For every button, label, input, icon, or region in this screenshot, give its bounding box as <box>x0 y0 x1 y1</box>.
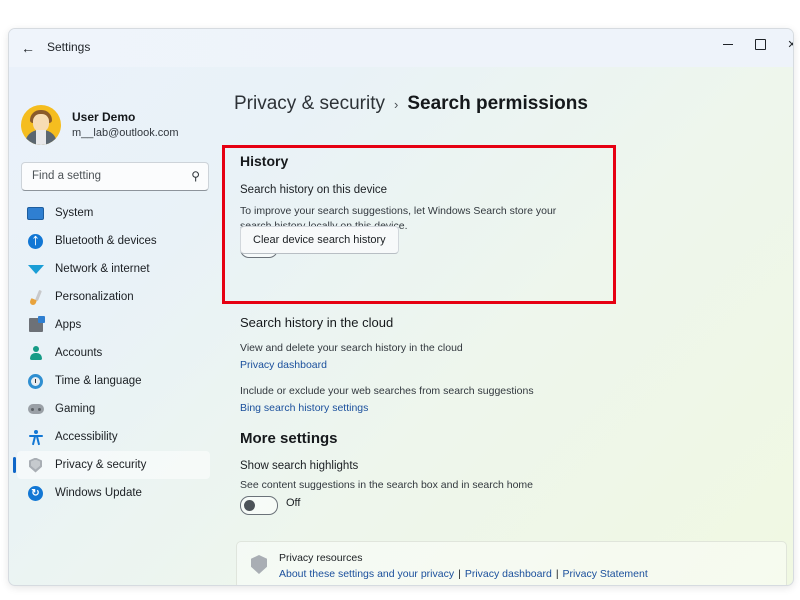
privacy-resources-card: Privacy resources About these settings a… <box>236 541 787 585</box>
gamepad-icon <box>27 401 44 418</box>
sidebar-item-system[interactable]: System <box>17 199 210 227</box>
history-heading: History <box>240 153 289 169</box>
bluetooth-icon: ᛏ <box>27 233 44 250</box>
shield-icon <box>251 555 267 574</box>
sidebar-nav: System ᛏ Bluetooth & devices Network & i… <box>9 199 218 507</box>
search-highlights-toggle[interactable] <box>240 496 278 515</box>
selection-indicator <box>13 457 16 473</box>
sidebar-item-personalization[interactable]: Personalization <box>17 283 210 311</box>
sidebar-item-label: Gaming <box>55 403 96 415</box>
cloud-history-description-2: Include or exclude your web searches fro… <box>240 385 534 397</box>
sidebar: User Demo m__lab@outlook.com Find a sett… <box>9 67 218 585</box>
sidebar-item-label: Time & language <box>55 375 142 387</box>
sidebar-item-network-internet[interactable]: Network & internet <box>17 255 210 283</box>
sidebar-item-label: System <box>55 207 94 219</box>
sidebar-item-label: Accounts <box>55 347 103 359</box>
privacy-dashboard-link[interactable]: Privacy dashboard <box>240 359 327 371</box>
breadcrumb-parent[interactable]: Privacy & security <box>234 93 385 115</box>
sidebar-item-label: Privacy & security <box>55 459 147 471</box>
toggle-knob <box>244 500 255 511</box>
bing-search-history-settings-link[interactable]: Bing search history settings <box>240 402 368 414</box>
sidebar-item-label: Accessibility <box>55 431 118 443</box>
content-pane: Privacy & security › Search permissions … <box>218 67 793 585</box>
search-placeholder: Find a setting <box>32 170 102 182</box>
cloud-history-heading: Search history in the cloud <box>240 315 394 330</box>
shield-icon <box>27 457 44 474</box>
sidebar-item-label: Network & internet <box>55 263 150 275</box>
cloud-history-description-1: View and delete your search history in t… <box>240 342 463 354</box>
minimize-icon <box>723 43 733 45</box>
sidebar-item-label: Windows Update <box>55 487 142 499</box>
clear-device-search-history-button[interactable]: Clear device search history <box>240 226 399 254</box>
monitor-icon <box>27 205 44 222</box>
privacy-resources-title: Privacy resources <box>279 552 363 564</box>
breadcrumb: Privacy & security › Search permissions <box>234 93 588 115</box>
sidebar-item-windows-update[interactable]: ↻ Windows Update <box>17 479 210 507</box>
clock-icon <box>27 373 44 390</box>
apps-grid-icon <box>27 316 45 334</box>
sidebar-item-label: Personalization <box>55 291 134 303</box>
maximize-icon <box>754 38 766 50</box>
privacy-statement-link[interactable]: Privacy Statement <box>563 568 648 580</box>
wifi-icon <box>27 261 44 278</box>
search-highlights-toggle-state: Off <box>286 497 301 509</box>
accessibility-icon <box>27 429 44 446</box>
sidebar-item-label: Apps <box>55 319 82 331</box>
sidebar-item-gaming[interactable]: Gaming <box>17 395 210 423</box>
privacy-dashboard-link[interactable]: Privacy dashboard <box>465 568 552 580</box>
sidebar-item-label: Bluetooth & devices <box>55 235 157 247</box>
sidebar-item-apps[interactable]: Apps <box>17 311 210 339</box>
close-button[interactable]: ✕ <box>775 29 793 59</box>
sidebar-item-privacy-security[interactable]: Privacy & security <box>13 451 210 479</box>
sidebar-item-accounts[interactable]: Accounts <box>17 339 210 367</box>
settings-window: ← Settings ✕ User Demo m__lab@outlook.co… <box>8 28 794 586</box>
search-icon: ⚲ <box>191 169 200 183</box>
maximize-button[interactable] <box>743 29 777 59</box>
page-title: Search permissions <box>407 93 588 114</box>
sidebar-item-accessibility[interactable]: Accessibility <box>17 423 210 451</box>
update-icon: ↻ <box>27 485 44 502</box>
account-email: m__lab@outlook.com <box>72 126 179 139</box>
account-block[interactable]: User Demo m__lab@outlook.com <box>21 105 179 145</box>
sidebar-item-time-language[interactable]: Time & language <box>17 367 210 395</box>
title-bar: ← Settings ✕ <box>9 29 793 67</box>
search-input[interactable]: Find a setting ⚲ <box>21 162 209 191</box>
link-separator: | <box>555 568 559 580</box>
back-arrow-icon[interactable]: ← <box>15 36 41 60</box>
search-history-device-label: Search history on this device <box>240 184 388 196</box>
search-highlights-description: See content suggestions in the search bo… <box>240 479 534 491</box>
sidebar-item-bluetooth-devices[interactable]: ᛏ Bluetooth & devices <box>17 227 210 255</box>
account-name: User Demo <box>72 109 136 124</box>
privacy-resources-links: About these settings and your privacy | Pr… <box>279 568 648 580</box>
avatar <box>21 105 61 145</box>
paintbrush-icon <box>27 289 44 306</box>
person-icon <box>27 345 44 362</box>
more-settings-heading: More settings <box>240 430 338 447</box>
about-settings-privacy-link[interactable]: About these settings and your privacy <box>279 568 454 580</box>
minimize-button[interactable] <box>711 29 745 59</box>
search-highlights-label: Show search highlights <box>240 460 359 472</box>
link-separator: | <box>458 568 461 580</box>
breadcrumb-separator: › <box>393 97 399 112</box>
window-title: Settings <box>47 40 91 54</box>
